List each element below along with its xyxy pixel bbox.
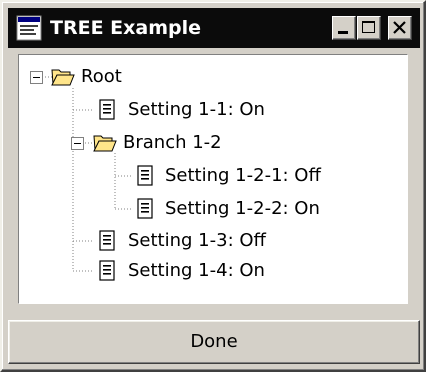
minimize-button[interactable] xyxy=(332,16,356,40)
branch-1-2-collapse-toggle[interactable] xyxy=(71,137,84,150)
close-icon xyxy=(393,21,406,34)
maximize-button[interactable] xyxy=(357,16,381,40)
root-collapse-toggle[interactable] xyxy=(30,71,43,84)
document-icon xyxy=(99,99,115,120)
document-icon xyxy=(99,260,115,281)
tree-node-setting-1-3[interactable]: Setting 1-3: Off xyxy=(128,229,266,253)
window-app-icon xyxy=(16,15,42,41)
tree-node-root[interactable]: Root xyxy=(81,65,122,89)
tree-node-setting-1-2-1[interactable]: Setting 1-2-1: Off xyxy=(165,164,321,188)
tree-node-branch-1-2[interactable]: Branch 1-2 xyxy=(123,131,222,155)
document-icon xyxy=(99,230,115,251)
minimize-icon xyxy=(338,31,348,34)
document-icon xyxy=(137,165,153,186)
tree-node-setting-1-1[interactable]: Setting 1-1: On xyxy=(128,98,265,122)
open-folder-icon xyxy=(51,69,75,86)
maximize-icon xyxy=(362,21,375,33)
open-folder-icon xyxy=(93,135,117,152)
document-icon xyxy=(137,198,153,219)
done-button[interactable]: Done xyxy=(8,320,420,364)
window-title: TREE Example xyxy=(50,17,202,39)
tree-view[interactable]: Root Setting 1-1: On Branch 1-2 Setting … xyxy=(18,54,408,304)
tree-node-setting-1-2-2[interactable]: Setting 1-2-2: On xyxy=(165,197,320,221)
tree-node-setting-1-4[interactable]: Setting 1-4: On xyxy=(128,259,265,283)
close-button[interactable] xyxy=(388,16,412,40)
title-bar[interactable]: TREE Example xyxy=(8,8,420,48)
tree-example-window: TREE Example Root Setting 1-1: On Branch… xyxy=(0,0,426,372)
